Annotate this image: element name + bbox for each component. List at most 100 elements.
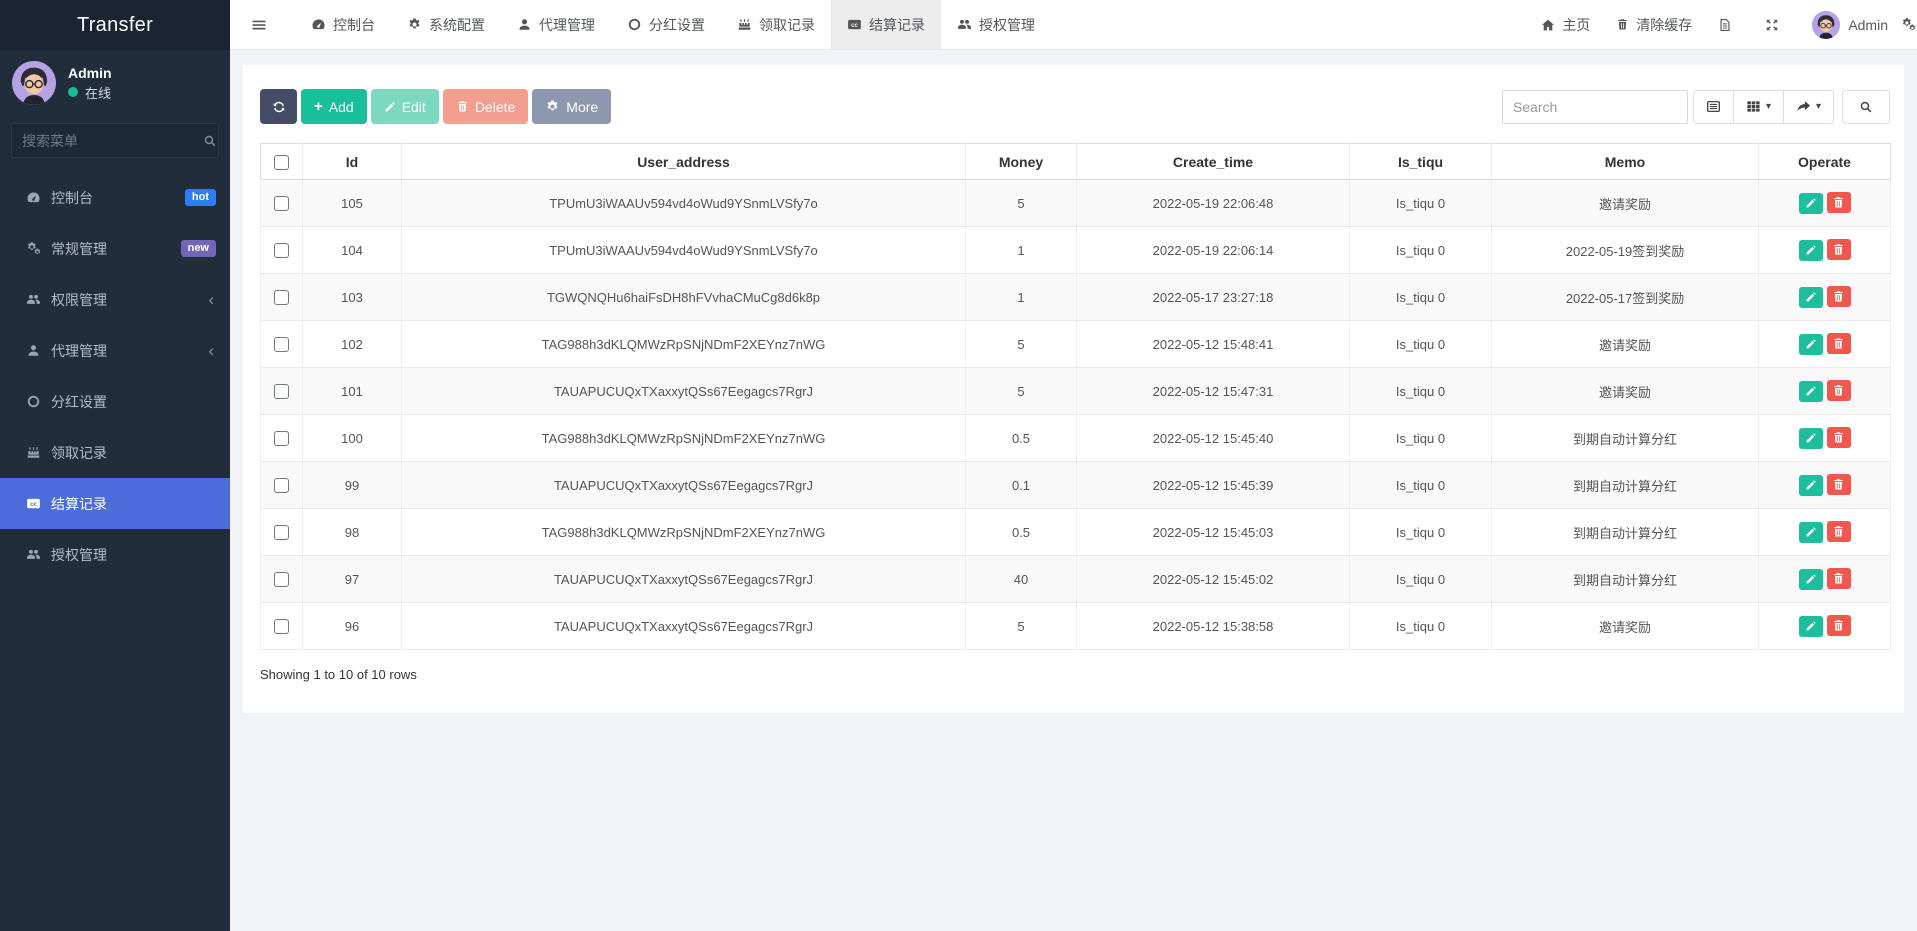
- row-delete-button[interactable]: [1827, 286, 1851, 307]
- row-edit-button[interactable]: [1799, 334, 1823, 355]
- search-icon: [1859, 100, 1873, 114]
- sidebar-item-8[interactable]: 授权管理: [0, 529, 230, 580]
- sidebar-item-label: 授权管理: [51, 545, 107, 565]
- add-button[interactable]: + Add: [301, 89, 367, 124]
- table-row: 96TAUAPUCUQxTXaxxytQSs67Eegagcs7RgrJ5202…: [261, 603, 1891, 650]
- detail-view-button[interactable]: [1693, 90, 1734, 124]
- row-edit-button[interactable]: [1799, 522, 1823, 543]
- row-delete-button[interactable]: [1827, 239, 1851, 260]
- cell-memo: 到期自动计算分红: [1492, 556, 1759, 603]
- row-edit-button[interactable]: [1799, 381, 1823, 402]
- cell-operate: [1759, 603, 1891, 650]
- row-edit-button[interactable]: [1799, 240, 1823, 261]
- app-logo[interactable]: Transfer: [0, 0, 230, 50]
- online-dot-icon: [68, 87, 78, 97]
- navbar-right: 主页 清除缓存 Admin: [1528, 0, 1917, 49]
- tab-7[interactable]: 授权管理: [941, 0, 1051, 49]
- row-checkbox[interactable]: [274, 431, 289, 446]
- caret-down-icon: ▾: [1816, 101, 1821, 112]
- user-avatar[interactable]: [12, 61, 56, 105]
- table-row: 100TAG988h3dKLQMWzRpSNjNDmF2XEYnz7nWG0.5…: [261, 415, 1891, 462]
- home-button[interactable]: 主页: [1528, 0, 1603, 49]
- row-checkbox[interactable]: [274, 478, 289, 493]
- row-checkbox[interactable]: [274, 290, 289, 305]
- row-checkbox[interactable]: [274, 337, 289, 352]
- cell-create-time: 2022-05-12 15:45:39: [1077, 462, 1350, 509]
- row-delete-button[interactable]: [1827, 568, 1851, 589]
- delete-button[interactable]: Delete: [443, 89, 528, 124]
- tab-6[interactable]: cc结算记录: [831, 0, 941, 49]
- row-delete-button[interactable]: [1827, 333, 1851, 354]
- grid-icon: [1746, 99, 1761, 114]
- cell-memo: 到期自动计算分红: [1492, 415, 1759, 462]
- cogs-icon: [25, 241, 42, 256]
- row-delete-button[interactable]: [1827, 474, 1851, 495]
- sidebar-item-3[interactable]: 权限管理‹: [0, 274, 230, 325]
- export-icon: [1796, 99, 1811, 114]
- plus-icon: +: [314, 98, 323, 115]
- table-search-input[interactable]: [1502, 90, 1688, 124]
- search-button[interactable]: [1842, 90, 1890, 124]
- edit-button[interactable]: Edit: [371, 89, 439, 124]
- cell-user-address: TPUmU3iWAAUv594vd4oWud9YSnmLVSfy7o: [402, 227, 966, 274]
- menu-search-input[interactable]: [22, 133, 203, 149]
- tab-4[interactable]: 分红设置: [611, 0, 721, 49]
- columns-button[interactable]: ▾: [1734, 90, 1784, 124]
- row-edit-button[interactable]: [1799, 193, 1823, 214]
- row-delete-button[interactable]: [1827, 192, 1851, 213]
- column-header: Create_time: [1077, 144, 1350, 180]
- cell-is-tiqu: Is_tiqu 0: [1350, 556, 1492, 603]
- sidebar-item-7[interactable]: cc结算记录: [0, 478, 230, 529]
- sidebar-item-1[interactable]: 控制台hot: [0, 172, 230, 223]
- cell-user-address: TAUAPUCUQxTXaxxytQSs67Eegagcs7RgrJ: [402, 462, 966, 509]
- export-button[interactable]: ▾: [1784, 90, 1834, 124]
- tab-2[interactable]: 系统配置: [391, 0, 501, 49]
- cell-money: 0.5: [966, 509, 1077, 556]
- row-edit-button[interactable]: [1799, 569, 1823, 590]
- column-header: User_address: [402, 144, 966, 180]
- row-delete-button[interactable]: [1827, 380, 1851, 401]
- row-checkbox[interactable]: [274, 619, 289, 634]
- sidebar-item-4[interactable]: 代理管理‹: [0, 325, 230, 376]
- sidebar-toggle-button[interactable]: [230, 0, 295, 49]
- sidebar-item-2[interactable]: 常规管理 new: [0, 223, 230, 274]
- cell-money: 1: [966, 274, 1077, 321]
- settings-button[interactable]: [1901, 0, 1917, 49]
- sidebar-item-label: 结算记录: [51, 494, 107, 514]
- refresh-button[interactable]: [260, 89, 297, 124]
- row-edit-button[interactable]: [1799, 287, 1823, 308]
- row-delete-button[interactable]: [1827, 521, 1851, 542]
- row-delete-button[interactable]: [1827, 427, 1851, 448]
- row-checkbox[interactable]: [274, 196, 289, 211]
- sidebar-item-label: 常规管理: [51, 239, 107, 259]
- tab-5[interactable]: 领取记录: [721, 0, 831, 49]
- tab-label: 控制台: [333, 15, 375, 35]
- row-checkbox[interactable]: [274, 525, 289, 540]
- cell-user-address: TAUAPUCUQxTXaxxytQSs67Eegagcs7RgrJ: [402, 556, 966, 603]
- row-checkbox[interactable]: [274, 572, 289, 587]
- table-row: 99TAUAPUCUQxTXaxxytQSs67Eegagcs7RgrJ0.12…: [261, 462, 1891, 509]
- row-edit-button[interactable]: [1799, 475, 1823, 496]
- cell-user-address: TAG988h3dKLQMWzRpSNjNDmF2XEYnz7nWG: [402, 509, 966, 556]
- row-delete-button[interactable]: [1827, 615, 1851, 636]
- cell-create-time: 2022-05-12 15:48:41: [1077, 321, 1350, 368]
- new-badge: new: [181, 240, 216, 257]
- row-edit-button[interactable]: [1799, 428, 1823, 449]
- clear-cache-button[interactable]: 清除缓存: [1603, 0, 1705, 49]
- sidebar-item-6[interactable]: 领取记录: [0, 427, 230, 478]
- select-all-checkbox[interactable]: [274, 155, 289, 170]
- row-checkbox[interactable]: [274, 243, 289, 258]
- fullscreen-button[interactable]: [1752, 0, 1799, 49]
- sidebar-item-5[interactable]: 分红设置: [0, 376, 230, 427]
- tab-3[interactable]: 代理管理: [501, 0, 611, 49]
- more-button[interactable]: More: [532, 89, 611, 124]
- cell-is-tiqu: Is_tiqu 0: [1350, 462, 1492, 509]
- tab-1[interactable]: 控制台: [295, 0, 391, 49]
- table-row: 102TAG988h3dKLQMWzRpSNjNDmF2XEYnz7nWG520…: [261, 321, 1891, 368]
- row-edit-button[interactable]: [1799, 616, 1823, 637]
- cell-id: 98: [303, 509, 402, 556]
- row-checkbox[interactable]: [274, 384, 289, 399]
- tab-label: 结算记录: [869, 15, 925, 35]
- document-button[interactable]: [1705, 0, 1752, 49]
- user-menu[interactable]: Admin: [1799, 0, 1901, 49]
